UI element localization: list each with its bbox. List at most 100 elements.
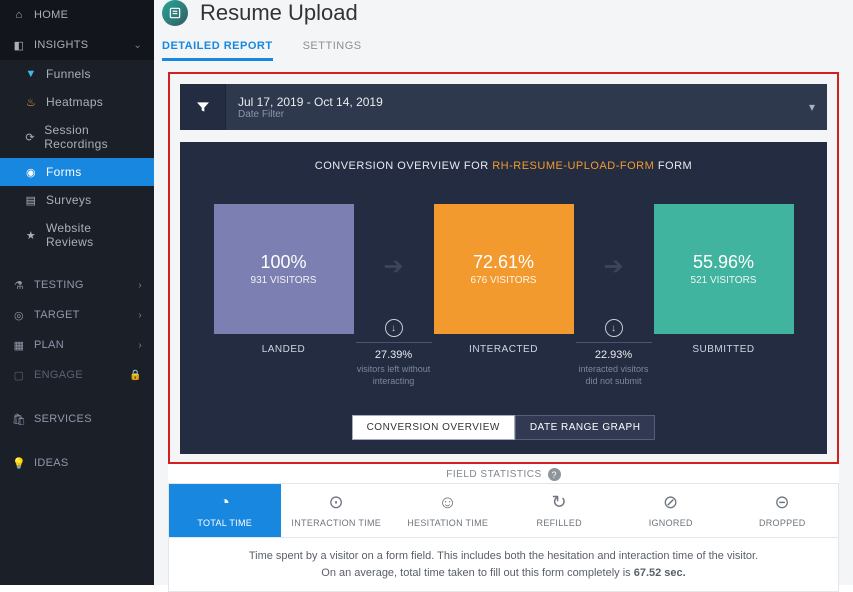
sidebar: ⌂ HOME ◧ INSIGHTS ⌄ ▼ Funnels ♨ Heatmaps… [0, 0, 154, 585]
hesitation-icon: ☺ [438, 492, 457, 513]
header-tabs: DETAILED REPORT SETTINGS [162, 34, 837, 61]
stat-description: Time spent by a visitor on a form field.… [168, 538, 839, 592]
sidebar-item-label: Session Recordings [44, 123, 142, 151]
nav-label: TESTING [34, 279, 84, 291]
interacted-visitors: 676 VISITORS [471, 275, 537, 286]
nav-insights[interactable]: ◧ INSIGHTS ⌄ [0, 30, 154, 60]
divider [356, 342, 432, 343]
nav-home[interactable]: ⌂ HOME [0, 0, 154, 30]
sidebar-item-forms[interactable]: ◉ Forms [0, 158, 154, 186]
card-interacted[interactable]: 72.61% 676 VISITORS [434, 204, 574, 334]
field-stats-title: FIELD STATISTICS [446, 469, 541, 480]
stat-tabs: ◔ TOTAL TIME ⊙ INTERACTION TIME ☺ HESITA… [168, 483, 839, 538]
sidebar-item-website-reviews[interactable]: ★ Website Reviews [0, 214, 154, 256]
nav-label: ENGAGE [34, 369, 83, 381]
stat-tab-ignored[interactable]: ⊘ IGNORED [615, 484, 727, 537]
stage-interacted: 72.61% 676 VISITORS INTERACTED [434, 204, 574, 355]
desc-value: 67.52 sec. [634, 567, 686, 579]
surveys-icon: ▤ [24, 193, 38, 207]
ideas-icon: 💡 [12, 456, 26, 470]
form-id: RH-RESUME-UPLOAD-FORM [492, 160, 654, 172]
highlighted-section: Jul 17, 2019 - Oct 14, 2019 Date Filter … [168, 72, 839, 464]
overview-tab-buttons: CONVERSION OVERVIEW DATE RANGE GRAPH [196, 415, 811, 440]
ignored-icon: ⊘ [663, 492, 678, 513]
insights-icon: ◧ [12, 38, 26, 52]
nav-label: PLAN [34, 339, 64, 351]
stat-tab-label: IGNORED [649, 518, 693, 528]
field-statistics-header: FIELD STATISTICS ? [168, 464, 839, 483]
chevron-right-icon: › [138, 340, 142, 351]
gap1-pct: 27.39% [356, 349, 432, 361]
sidebar-item-label: Funnels [46, 67, 91, 81]
forms-icon: ◉ [24, 165, 38, 179]
filter-label: Date Filter [238, 109, 383, 120]
tab-settings[interactable]: SETTINGS [303, 34, 362, 61]
target-icon: ◎ [12, 308, 26, 322]
sidebar-item-heatmaps[interactable]: ♨ Heatmaps [0, 88, 154, 116]
btn-conversion-overview[interactable]: CONVERSION OVERVIEW [352, 415, 515, 440]
stat-tab-refilled[interactable]: ↻ REFILLED [504, 484, 616, 537]
chevron-right-icon: › [138, 280, 142, 291]
submitted-visitors: 521 VISITORS [691, 275, 757, 286]
refresh-icon: ↻ [552, 492, 567, 513]
home-icon: ⌂ [12, 8, 26, 22]
plan-icon: ▦ [12, 338, 26, 352]
nav-testing[interactable]: ⚗ TESTING › [0, 270, 154, 300]
filter-value: Jul 17, 2019 - Oct 14, 2019 [238, 95, 383, 109]
title-prefix: CONVERSION OVERVIEW FOR [315, 160, 489, 172]
content: Jul 17, 2019 - Oct 14, 2019 Date Filter … [154, 60, 853, 592]
filter-icon[interactable] [180, 84, 226, 130]
interaction-icon: ⊙ [329, 492, 344, 513]
sidebar-item-funnels[interactable]: ▼ Funnels [0, 60, 154, 88]
stat-tab-interaction-time[interactable]: ⊙ INTERACTION TIME [281, 484, 393, 537]
arrow-right-icon: ➔ [603, 252, 623, 281]
desc-text: On an average, total time taken to fill … [321, 567, 633, 579]
nav-label: SERVICES [34, 413, 92, 425]
interacted-label: INTERACTED [434, 344, 574, 355]
btn-date-range-graph[interactable]: DATE RANGE GRAPH [515, 415, 656, 440]
nav-insights-label: INSIGHTS [34, 39, 88, 51]
chevron-down-icon[interactable]: ▾ [797, 84, 827, 130]
sidebar-item-surveys[interactable]: ▤ Surveys [0, 186, 154, 214]
date-filter-bar[interactable]: Jul 17, 2019 - Oct 14, 2019 Date Filter … [180, 84, 827, 130]
heatmap-icon: ♨ [24, 95, 38, 109]
engage-icon: ▢ [12, 368, 26, 382]
stat-tab-total-time[interactable]: ◔ TOTAL TIME [169, 484, 281, 537]
desc-line2: On an average, total time taken to fill … [181, 565, 826, 582]
title-suffix: FORM [658, 160, 692, 172]
stage-submitted: 55.96% 521 VISITORS SUBMITTED [654, 204, 794, 355]
gap2-text: interacted visitors did not submit [576, 363, 652, 387]
main: Resume Upload DETAILED REPORT SETTINGS J… [154, 0, 853, 585]
card-submitted[interactable]: 55.96% 521 VISITORS [654, 204, 794, 334]
sidebar-item-session-recordings[interactable]: ⟳ Session Recordings [0, 116, 154, 158]
desc-line1: Time spent by a visitor on a form field.… [181, 548, 826, 565]
landed-label: LANDED [214, 344, 354, 355]
stat-tab-dropped[interactable]: ⊝ DROPPED [727, 484, 839, 537]
gap2-pct: 22.93% [576, 349, 652, 361]
nav-services[interactable]: 🛍 SERVICES [0, 404, 154, 434]
testing-icon: ⚗ [12, 278, 26, 292]
stat-tab-hesitation-time[interactable]: ☺ HESITATION TIME [392, 484, 504, 537]
nav-target[interactable]: ◎ TARGET › [0, 300, 154, 330]
tab-detailed-report[interactable]: DETAILED REPORT [162, 34, 273, 61]
nav-plan[interactable]: ▦ PLAN › [0, 330, 154, 360]
nav-ideas[interactable]: 💡 IDEAS [0, 448, 154, 478]
card-landed[interactable]: 100% 931 VISITORS [214, 204, 354, 334]
chevron-down-icon: ⌄ [133, 40, 142, 51]
conversion-overview-panel: CONVERSION OVERVIEW FOR RH-RESUME-UPLOAD… [180, 142, 827, 454]
help-icon[interactable]: ? [548, 468, 561, 481]
nav-label: IDEAS [34, 457, 69, 469]
stat-tab-label: REFILLED [537, 518, 582, 528]
clock-icon: ◔ [219, 492, 230, 513]
funnel-icon: ▼ [24, 67, 38, 81]
nav-home-label: HOME [34, 9, 68, 21]
gap-1: ➔ ↓ 27.39% visitors left without interac… [356, 204, 432, 387]
funnel: 100% 931 VISITORS LANDED ➔ ↓ 27.39% visi… [196, 204, 811, 387]
lock-icon: 🔒 [129, 370, 142, 381]
divider [576, 342, 652, 343]
chevron-right-icon: › [138, 310, 142, 321]
interacted-pct: 72.61% [473, 252, 534, 273]
gap-2: ➔ ↓ 22.93% interacted visitors did not s… [576, 204, 652, 387]
stat-tab-label: TOTAL TIME [197, 518, 252, 528]
nav-engage[interactable]: ▢ ENGAGE 🔒 [0, 360, 154, 390]
